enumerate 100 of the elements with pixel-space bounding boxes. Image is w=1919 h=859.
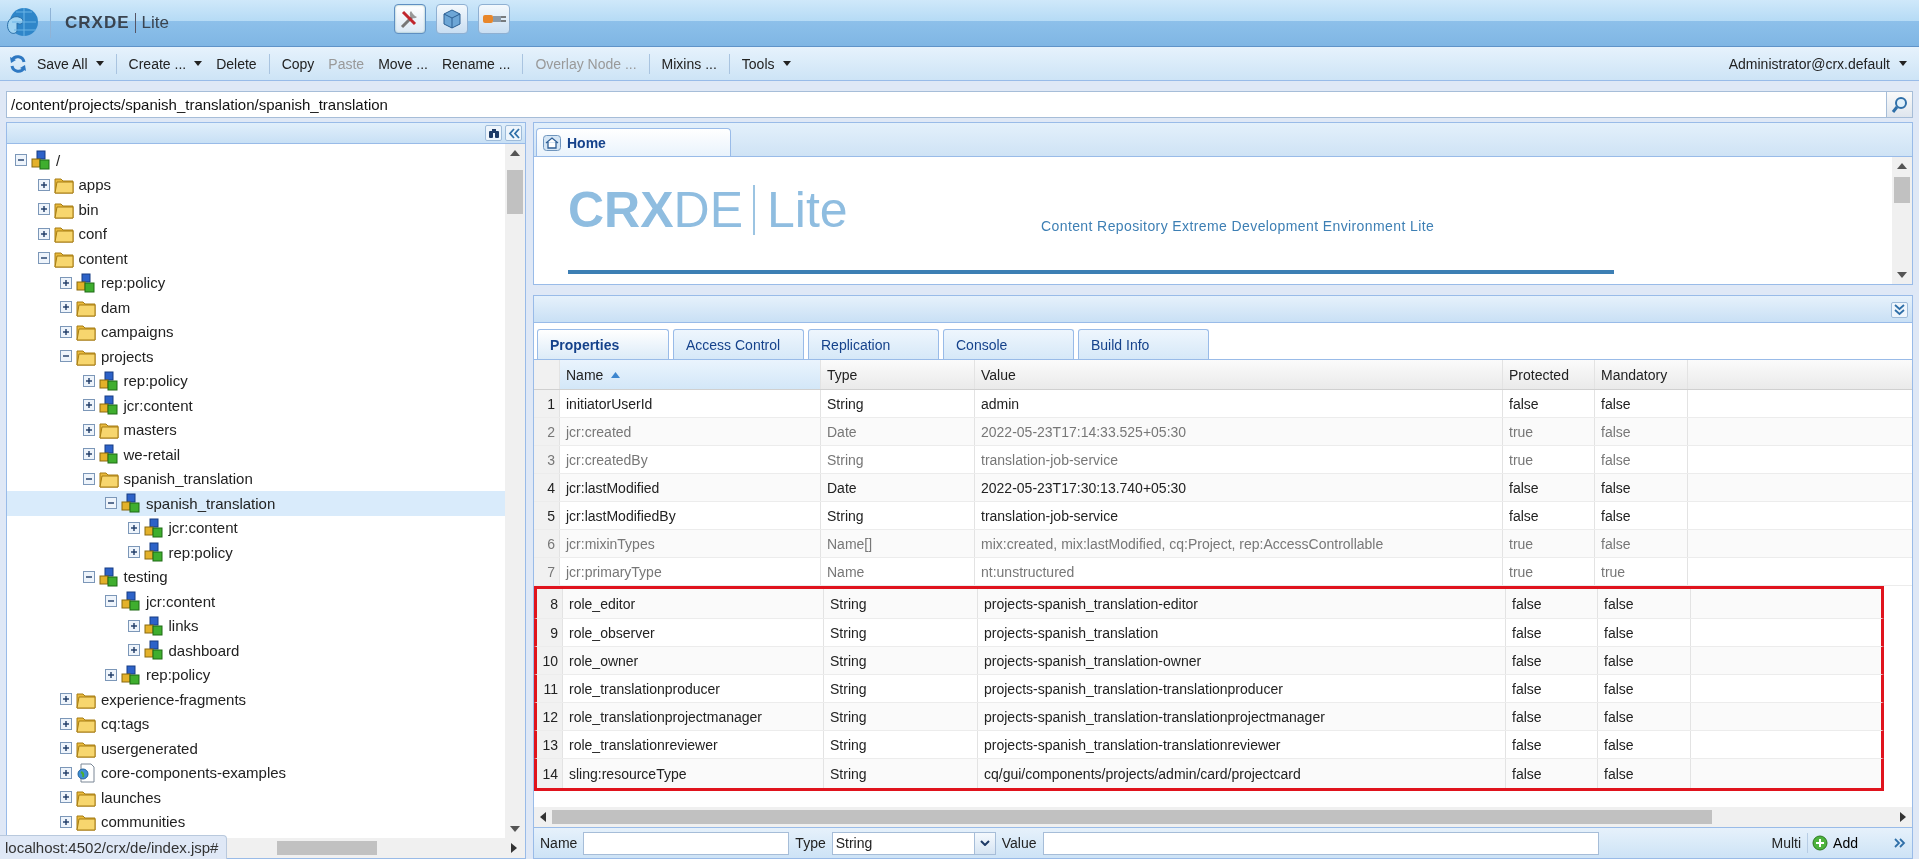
tree-row[interactable]: we-retail: [7, 442, 505, 467]
scroll-up-icon[interactable]: [1897, 163, 1907, 169]
expand-icon[interactable]: [60, 276, 72, 289]
collapse-icon[interactable]: [82, 570, 95, 583]
double-chevron-right-icon[interactable]: [1894, 838, 1906, 848]
toolbar-button[interactable]: Rename ...: [436, 52, 516, 75]
expand-icon[interactable]: [60, 301, 72, 314]
tree-row[interactable]: spanish_translation: [7, 466, 505, 491]
tree-row[interactable]: rep:policy: [7, 270, 505, 295]
scroll-down-icon[interactable]: [1897, 272, 1907, 278]
properties-tab[interactable]: Properties: [537, 329, 669, 359]
collapse-icon[interactable]: [37, 252, 50, 265]
tree-label[interactable]: /: [55, 151, 61, 169]
tree-row[interactable]: rep:policy: [7, 662, 505, 687]
tree-row[interactable]: /: [7, 148, 505, 173]
tree-label[interactable]: jcr:content: [122, 396, 193, 414]
tree-label[interactable]: content: [77, 249, 128, 267]
tree-label[interactable]: projects: [100, 347, 154, 365]
column-header[interactable]: Protected: [1503, 360, 1595, 389]
properties-tab[interactable]: Build Info: [1078, 329, 1209, 359]
expand-icon[interactable]: [60, 325, 72, 338]
properties-tab[interactable]: Access Control: [673, 329, 804, 359]
tree-row[interactable]: spanish_translation: [7, 491, 505, 516]
tree-row[interactable]: usergenerated: [7, 736, 505, 761]
find-button[interactable]: [485, 125, 502, 141]
toolbar-button[interactable]: Move ...: [373, 52, 433, 75]
scrollbar-thumb[interactable]: [552, 810, 1712, 824]
expand-icon[interactable]: [37, 227, 50, 240]
toolbar-button[interactable]: Delete: [211, 52, 262, 75]
collapse-icon[interactable]: [15, 154, 27, 167]
tree-row[interactable]: cq:tags: [7, 711, 505, 736]
column-header[interactable]: Mandatory: [1595, 360, 1688, 389]
scroll-down-icon[interactable]: [510, 826, 520, 832]
column-header[interactable]: Name: [560, 360, 821, 389]
toolbar-button[interactable]: Copy: [276, 52, 320, 75]
tree-label[interactable]: campaigns: [100, 323, 174, 341]
tree-row[interactable]: dashboard: [7, 638, 505, 663]
expand-icon[interactable]: [60, 693, 72, 706]
tree-row[interactable]: projects: [7, 344, 505, 369]
tree-label[interactable]: we-retail: [122, 445, 181, 463]
menu-button[interactable]: Tools: [736, 52, 796, 75]
expand-icon[interactable]: [60, 791, 72, 804]
add-button[interactable]: Add: [1807, 833, 1862, 853]
expand-icon[interactable]: [60, 815, 72, 828]
tree-row[interactable]: campaigns: [7, 319, 505, 344]
expand-icon[interactable]: [60, 717, 72, 730]
tree-row[interactable]: content: [7, 246, 505, 271]
tree-row[interactable]: jcr:content: [7, 589, 505, 614]
tree-row[interactable]: communities: [7, 809, 505, 834]
menu-button[interactable]: Create ...: [123, 52, 208, 75]
mode-button[interactable]: [436, 4, 468, 34]
tree-label[interactable]: launches: [100, 788, 162, 806]
tree-label[interactable]: rep:policy: [145, 666, 211, 684]
expand-icon[interactable]: [82, 448, 95, 461]
tree-row[interactable]: conf: [7, 221, 505, 246]
tree-label[interactable]: apps: [77, 176, 112, 194]
tree-label[interactable]: spanish_translation: [145, 494, 276, 512]
expand-icon[interactable]: [82, 423, 95, 436]
properties-tab[interactable]: Console: [943, 329, 1074, 359]
path-field[interactable]: /content/projects/spanish_translation/spanish_translation: [6, 91, 1887, 118]
tree-row[interactable]: core-components-examples: [7, 760, 505, 785]
tree-row[interactable]: dam: [7, 295, 505, 320]
tree-label[interactable]: cq:tags: [100, 715, 150, 733]
tree-label[interactable]: jcr:content: [167, 519, 238, 537]
collapse-icon[interactable]: [105, 595, 117, 608]
column-header[interactable]: Type: [821, 360, 975, 389]
tree-label[interactable]: rep:policy: [100, 274, 166, 292]
user-menu[interactable]: Administrator@crx.default: [1724, 52, 1911, 75]
scroll-left-icon[interactable]: [540, 812, 546, 822]
tree-label[interactable]: bin: [77, 200, 99, 218]
mode-button[interactable]: [478, 4, 510, 34]
tree-row[interactable]: apps: [7, 172, 505, 197]
expand-icon[interactable]: [127, 644, 140, 657]
expand-icon[interactable]: [127, 521, 140, 534]
tree-label[interactable]: spanish_translation: [122, 470, 253, 488]
collapse-icon[interactable]: [82, 472, 95, 485]
collapse-panel-button[interactable]: [505, 125, 522, 141]
tree-label[interactable]: testing: [122, 568, 168, 586]
scrollbar-thumb[interactable]: [507, 170, 523, 214]
scroll-right-icon[interactable]: [1900, 812, 1906, 822]
tree-row[interactable]: rep:policy: [7, 540, 505, 565]
tree-row[interactable]: jcr:content: [7, 393, 505, 418]
table-row[interactable]: 14 sling:resourceType String cq/gui/components/projects/admin/card/projectcard false false: [534, 759, 1884, 791]
value-field[interactable]: [1042, 831, 1599, 855]
tree-label[interactable]: masters: [122, 421, 177, 439]
tree-label[interactable]: rep:policy: [122, 372, 188, 390]
scrollbar-thumb[interactable]: [277, 841, 377, 855]
expand-panel-button[interactable]: [1891, 302, 1908, 318]
expand-icon[interactable]: [105, 668, 117, 681]
table-row[interactable]: 12 role_translationprojectmanager String projects-spanish_translation-translationprojectmanager false false: [534, 703, 1884, 731]
tree-row[interactable]: masters: [7, 417, 505, 442]
collapse-icon[interactable]: [60, 350, 72, 363]
tree-label[interactable]: dashboard: [167, 641, 240, 659]
tree-label[interactable]: experience-fragments: [100, 690, 247, 708]
tree-row[interactable]: jcr:content: [7, 515, 505, 540]
column-header[interactable]: Value: [975, 360, 1503, 389]
mode-button[interactable]: [394, 4, 426, 34]
expand-icon[interactable]: [82, 399, 95, 412]
search-button[interactable]: [1887, 91, 1913, 118]
expand-icon[interactable]: [82, 374, 95, 387]
